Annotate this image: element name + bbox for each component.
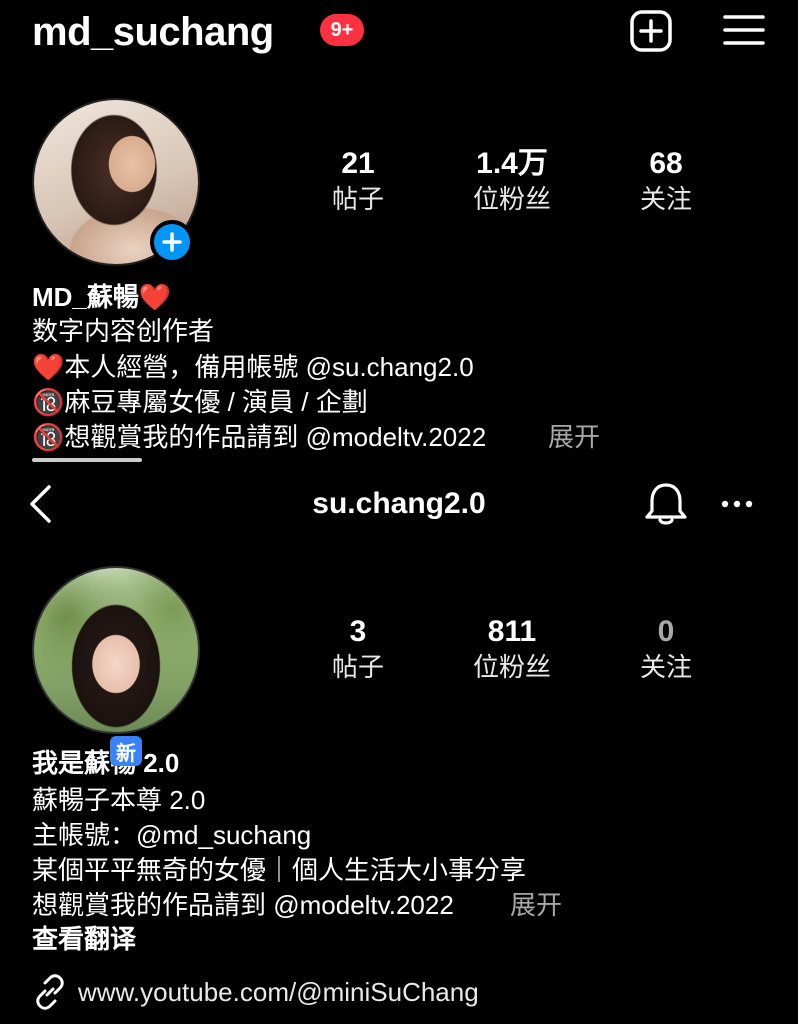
display-name: 我是蘇暢 2.0 — [32, 748, 180, 778]
profile-username[interactable]: md_suchang — [32, 4, 274, 60]
bio-line: 🔞想觀賞我的作品請到 @modeltv.2022 — [32, 422, 487, 452]
posts-stat[interactable]: 3 帖子 — [278, 614, 438, 684]
display-name: MD_蘇暢❤️ — [32, 282, 172, 312]
create-button[interactable] — [628, 8, 674, 54]
add-story-button[interactable] — [150, 220, 194, 264]
expand-link[interactable]: 展开 — [510, 888, 562, 922]
notifications-button[interactable] — [642, 480, 690, 528]
following-count: 68 — [649, 147, 683, 180]
followers-label: 位粉丝 — [472, 652, 551, 682]
plus-square-icon — [630, 10, 672, 52]
following-count: 0 — [657, 615, 675, 648]
followers-count: 811 — [487, 615, 537, 648]
ellipsis-icon — [721, 500, 753, 508]
notification-badge[interactable]: 9+ — [320, 14, 364, 46]
following-label: 关注 — [639, 184, 692, 214]
followers-stat[interactable]: 1.4万 位粉丝 — [432, 146, 592, 216]
posts-stat[interactable]: 21 帖子 — [278, 146, 438, 216]
following-label: 关注 — [639, 652, 692, 682]
expand-link[interactable]: 展开 — [548, 420, 600, 454]
clipped-translation-line — [32, 452, 152, 462]
see-translation-link[interactable]: 查看翻译 — [32, 922, 136, 956]
bio-line: 某個平平無奇的女優｜個人生活大小事分享 — [32, 855, 527, 885]
bio-line: 想觀賞我的作品請到 @modeltv.2022 — [32, 890, 454, 920]
posts-count: 3 — [349, 615, 367, 648]
posts-label: 帖子 — [331, 184, 384, 214]
menu-button[interactable] — [722, 10, 766, 50]
bio-line: 🔞麻豆專屬女優 / 演員 / 企劃 — [32, 387, 368, 417]
new-account-badge: 新 — [110, 736, 142, 766]
following-stat[interactable]: 0 关注 — [586, 614, 746, 684]
posts-count: 21 — [341, 147, 375, 180]
hamburger-icon — [723, 15, 765, 45]
link-icon — [36, 974, 64, 1010]
posts-label: 帖子 — [331, 652, 384, 682]
plus-icon — [162, 232, 182, 252]
profile-link[interactable]: www.youtube.com/@miniSuChang — [32, 974, 479, 1010]
bio-line: 主帳號：@md_suchang — [32, 820, 312, 850]
category-label: 数字内容创作者 — [32, 316, 215, 346]
profile-avatar[interactable] — [32, 566, 200, 734]
bell-icon — [645, 483, 687, 525]
more-options-button[interactable] — [716, 488, 758, 520]
link-text[interactable]: www.youtube.com/@miniSuChang — [78, 975, 479, 1009]
followers-count: 1.4万 — [476, 147, 548, 180]
bio-line: 蘇暢子本尊 2.0 — [32, 785, 206, 815]
bio-line: ❤️本人經營，備用帳號 @su.chang2.0 — [32, 352, 474, 382]
following-stat[interactable]: 68 关注 — [586, 146, 746, 216]
followers-label: 位粉丝 — [472, 184, 551, 214]
followers-stat[interactable]: 811 位粉丝 — [432, 614, 592, 684]
